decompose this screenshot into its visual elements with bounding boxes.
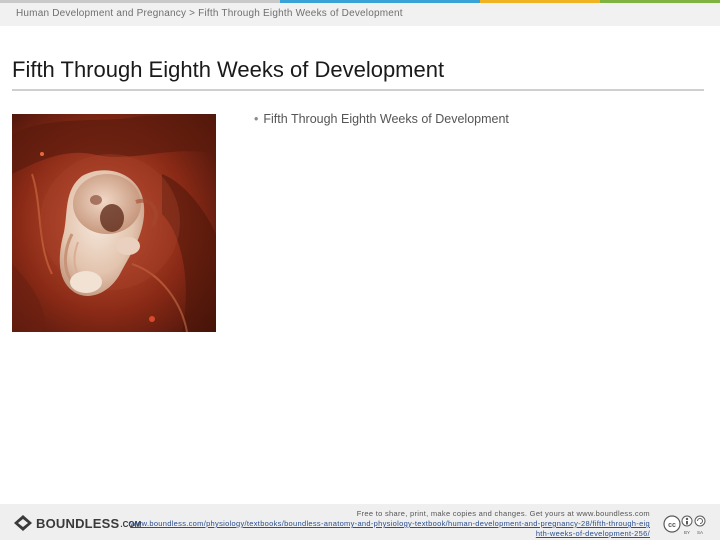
accent-segment-blue bbox=[280, 0, 480, 3]
license-by-label: BY bbox=[684, 530, 690, 535]
bullet-text: Fifth Through Eighth Weeks of Developmen… bbox=[263, 112, 509, 126]
boundless-logo-icon bbox=[14, 515, 32, 531]
cc-by-sa-icon[interactable]: cc BY SA bbox=[662, 514, 708, 540]
bullet-item: • Fifth Through Eighth Weeks of Developme… bbox=[254, 112, 509, 126]
embryo-illustration bbox=[12, 114, 216, 332]
boundless-logo[interactable]: BOUNDLESS .COM bbox=[14, 513, 141, 533]
svg-text:cc: cc bbox=[668, 522, 676, 529]
license-sa-label: SA bbox=[697, 530, 703, 535]
attribution: Free to share, print, make copies and ch… bbox=[130, 509, 650, 539]
logo-text: BOUNDLESS bbox=[36, 515, 120, 531]
breadcrumb[interactable]: Human Development and Pregnancy > Fifth … bbox=[16, 8, 403, 19]
bullet-marker: • bbox=[254, 112, 259, 126]
accent-segment-green bbox=[600, 0, 720, 3]
accent-strip bbox=[0, 0, 720, 3]
accent-segment-yellow bbox=[480, 0, 600, 3]
top-bar: Human Development and Pregnancy > Fifth … bbox=[0, 0, 720, 26]
license-badge-icon: cc BY SA bbox=[662, 514, 708, 536]
page-title: Fifth Through Eighth Weeks of Developmen… bbox=[12, 57, 445, 82]
embryo-photo bbox=[12, 114, 216, 332]
accent-segment-gray bbox=[0, 0, 280, 3]
title-divider bbox=[12, 89, 704, 91]
slide-page: Human Development and Pregnancy > Fifth … bbox=[0, 0, 720, 540]
source-link[interactable]: www.boundless.com/physiology/textbooks/b… bbox=[130, 519, 650, 539]
share-text: Free to share, print, make copies and ch… bbox=[356, 509, 650, 518]
